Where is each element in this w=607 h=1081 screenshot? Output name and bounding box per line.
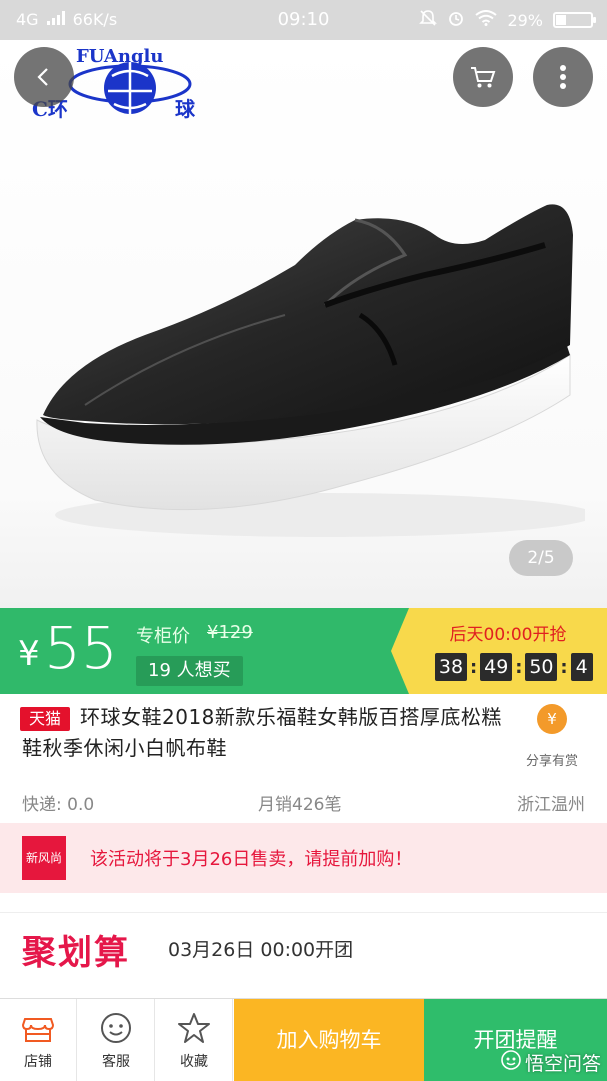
cart-icon (471, 67, 496, 88)
notice-text: 该活动将于3月26日售卖，请提前加购！ (90, 849, 413, 870)
mute-icon (419, 9, 438, 31)
share-reward-button[interactable]: ¥ 分享有赏 (517, 704, 587, 769)
battery-percent: 29% (507, 10, 543, 30)
money-bag-icon: ¥ (537, 704, 567, 734)
watermark-text: 悟空问答 (524, 1053, 601, 1075)
want-count: 19 人想买 (136, 656, 243, 686)
product-shoe-image (36, 204, 585, 537)
monthly-sales: 月销426笔 (258, 795, 342, 815)
countdown-label: 后天00:00开抢 (449, 625, 567, 645)
status-bar: 4G 66K/s 09:10 29% (0, 0, 607, 40)
countdown-tenths: 4 (570, 653, 593, 681)
watermark: 悟空问答 (501, 1049, 601, 1076)
countdown-hours: 38 (435, 653, 467, 681)
presale-notice: 新风尚 该活动将于3月26日售卖，请提前加购！ (0, 823, 607, 893)
add-to-cart-button[interactable]: 加入购物车 (234, 999, 424, 1081)
favorite-label: 收藏 (180, 1054, 208, 1070)
countdown-minutes: 49 (480, 653, 513, 681)
store-label: 店铺 (24, 1054, 52, 1070)
product-info: 环球女鞋2018新款乐福鞋女韩版百搭厚底松糕鞋秋季休闲小白帆布鞋 天猫 ¥ 分享… (0, 694, 607, 819)
product-image-carousel[interactable]: FUAnglu C环 球 2/5 (0, 40, 607, 608)
more-vertical-icon (560, 65, 566, 89)
price-bar: ¥ 55 专柜价 ¥129 19 人想买 后天00:00开抢 38 : 49 :… (0, 608, 607, 694)
juhuasuan-logo: 聚划算 (22, 933, 130, 973)
back-button[interactable] (14, 47, 74, 107)
bottom-action-bar: 店铺 客服 收藏 加入购物车 开团提醒 悟空问答 (0, 998, 607, 1081)
juhuasuan-section[interactable]: 聚划算 03月26日 00:00开团 (0, 912, 607, 984)
countdown-timer: 38 : 49 : 50 : 4 (435, 653, 593, 681)
new-fashion-badge: 新风尚 (22, 836, 66, 880)
service-tab[interactable]: 客服 (78, 999, 155, 1081)
more-button[interactable] (533, 47, 593, 107)
store-tab[interactable]: 店铺 (0, 999, 77, 1081)
cart-button[interactable] (453, 47, 513, 107)
ship-location: 浙江温州 (517, 795, 585, 815)
customer-service-icon (99, 1011, 133, 1045)
store-icon (21, 1011, 55, 1045)
wukong-logo-icon (501, 1050, 521, 1075)
currency-symbol: ¥ (18, 634, 40, 674)
chevron-left-icon (37, 68, 48, 86)
image-counter: 2/5 (509, 540, 573, 576)
service-label: 客服 (102, 1054, 130, 1070)
current-price: 55 (44, 614, 118, 682)
svg-text:球: 球 (175, 97, 196, 121)
original-price-label: 专柜价 (136, 626, 190, 647)
star-icon (177, 1011, 211, 1045)
shipping-fee: 快递: 0.0 (22, 795, 95, 815)
battery-icon (553, 12, 596, 28)
alarm-icon (447, 9, 465, 31)
svg-text:FUAnglu: FUAnglu (76, 46, 164, 67)
tmall-badge: 天猫 (20, 707, 70, 731)
countdown-panel: 后天00:00开抢 38 : 49 : 50 : 4 (391, 608, 607, 694)
product-title: 环球女鞋2018新款乐福鞋女韩版百搭厚底松糕鞋秋季休闲小白帆布鞋 (22, 705, 502, 760)
share-label: 分享有赏 (525, 754, 578, 769)
favorite-tab[interactable]: 收藏 (156, 999, 233, 1081)
group-open-time: 03月26日 00:00开团 (168, 939, 354, 961)
wifi-icon (475, 10, 498, 30)
countdown-seconds: 50 (525, 653, 558, 681)
original-price: ¥129 (207, 622, 253, 643)
